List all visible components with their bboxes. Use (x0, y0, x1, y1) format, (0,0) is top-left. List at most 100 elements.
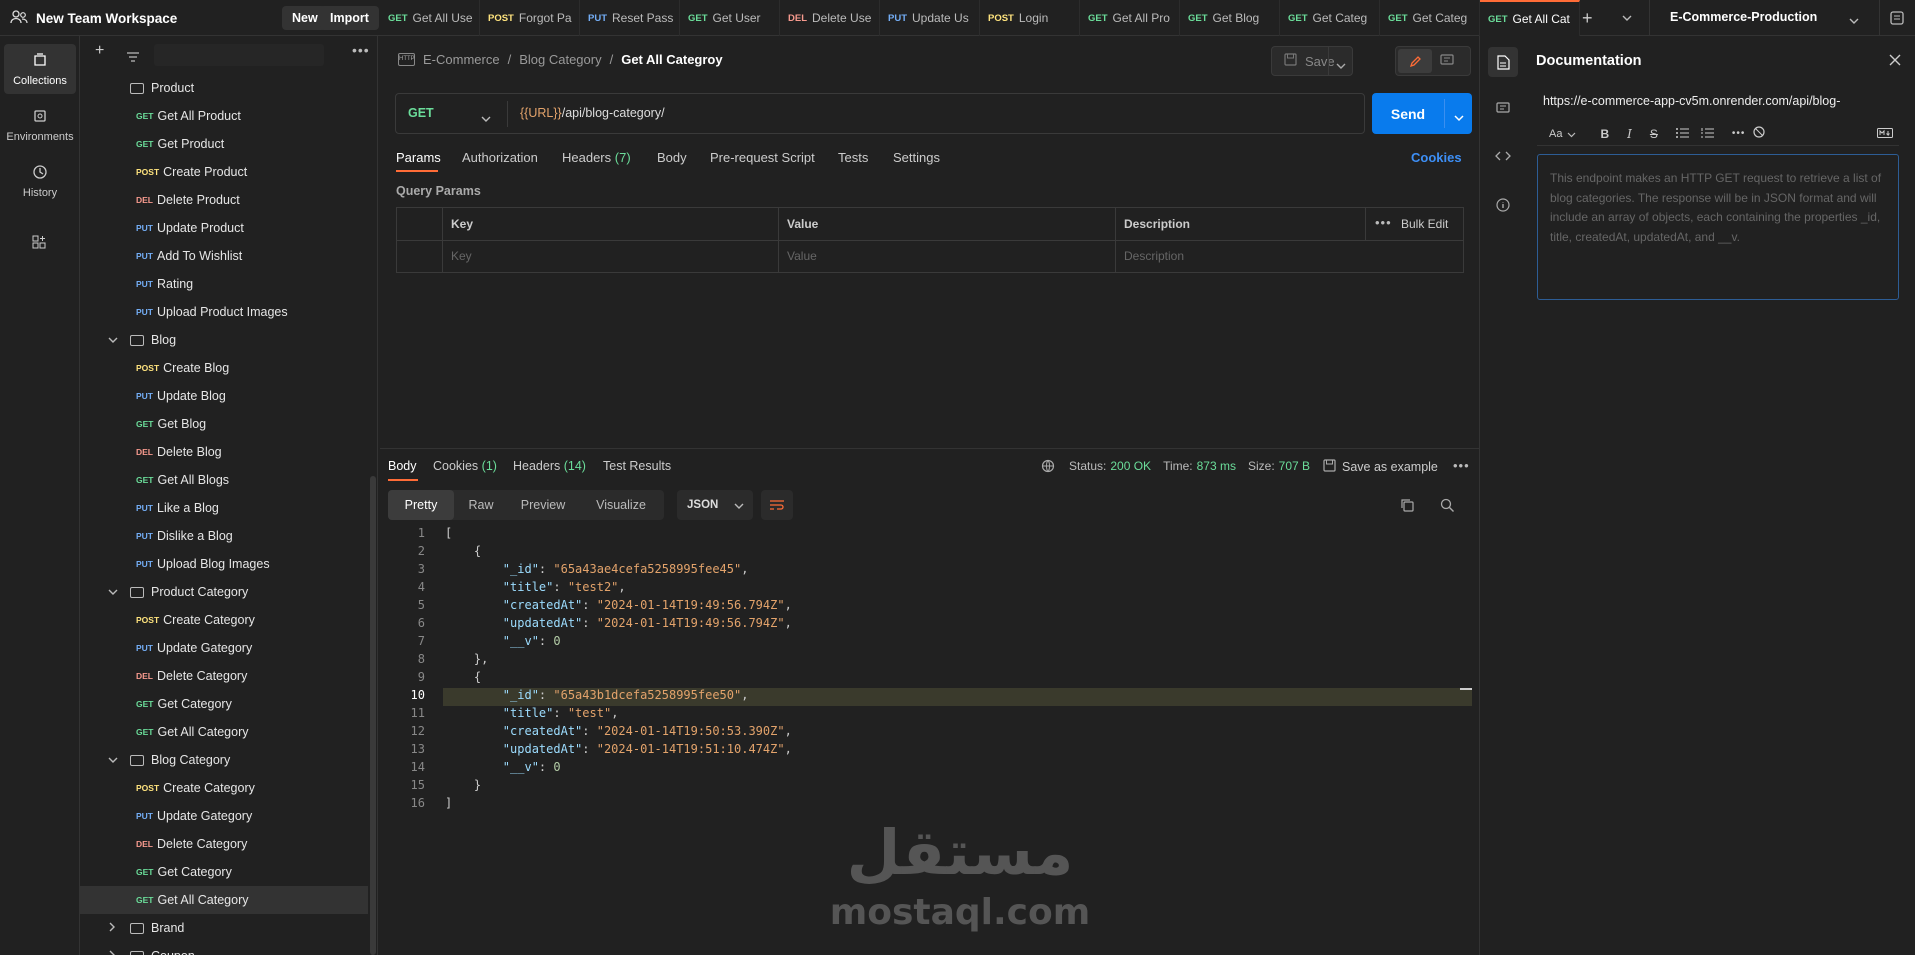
sidebar-request[interactable]: PUT Like a Blog (80, 494, 368, 522)
request-tab[interactable]: POST Login (980, 0, 1080, 36)
tab-authorization[interactable]: Authorization (462, 150, 538, 165)
environment-selector[interactable]: E-Commerce-Production (1670, 10, 1817, 24)
sidebar-folder[interactable]: Coupon (80, 942, 368, 955)
sidebar-request[interactable]: GET Get Product (80, 130, 368, 158)
tab-prerequest[interactable]: Pre-request Script (710, 150, 815, 165)
view-visualize[interactable]: Visualize (578, 490, 664, 520)
sidebar-folder[interactable]: Product Category (80, 578, 368, 606)
strikethrough-icon[interactable]: S (1650, 127, 1658, 141)
response-tab-test-results[interactable]: Test Results (603, 459, 671, 473)
comments-icon[interactable] (1496, 102, 1510, 118)
status-value[interactable]: 200 OK (1110, 459, 1151, 473)
sidebar-request[interactable]: DEL Delete Category (80, 662, 368, 690)
sidebar-folder[interactable]: Blog Category (80, 746, 368, 774)
sidebar-request[interactable]: POST Create Category (80, 774, 368, 802)
view-raw[interactable]: Raw (454, 490, 508, 520)
rail-history[interactable]: History (4, 156, 76, 206)
sidebar-request[interactable]: POST Create Category (80, 606, 368, 634)
sidebar-request[interactable]: PUT Upload Product Images (80, 298, 368, 326)
chevron-right-icon[interactable] (108, 921, 122, 935)
chevron-down-icon[interactable] (108, 753, 122, 767)
bold-icon[interactable]: B (1600, 127, 1609, 141)
clear-format-icon[interactable] (1753, 126, 1766, 141)
environment-quicklook-icon[interactable] (1889, 10, 1905, 29)
chevron-right-icon[interactable] (108, 949, 122, 955)
close-icon[interactable] (1889, 54, 1901, 69)
chevron-down-icon[interactable] (108, 333, 122, 347)
request-tab[interactable]: PUT Update Us (880, 0, 980, 36)
request-tab[interactable]: DEL Delete Use (780, 0, 880, 36)
sidebar-request[interactable]: PUT Add To Wishlist (80, 242, 368, 270)
sidebar-request[interactable]: PUT Update Product (80, 214, 368, 242)
sidebar-request[interactable]: GET Get Category (80, 858, 368, 886)
sidebar-request[interactable]: PUT Update Gategory (80, 802, 368, 830)
request-tab[interactable]: GET Get All Pro (1080, 0, 1180, 36)
sidebar-request[interactable]: PUT Rating (80, 270, 368, 298)
environment-chevron-icon[interactable] (1849, 13, 1859, 28)
numbered-list-icon[interactable] (1700, 126, 1714, 141)
sidebar-folder[interactable]: Brand (80, 914, 368, 942)
sidebar-request[interactable]: PUT Update Blog (80, 382, 368, 410)
method-chevron-icon[interactable] (481, 111, 491, 126)
save-button[interactable]: Save (1271, 46, 1353, 76)
sidebar-request[interactable]: DEL Delete Blog (80, 438, 368, 466)
import-button[interactable]: Import (320, 6, 379, 30)
request-tab[interactable]: GET Get Categ (1380, 0, 1480, 36)
rail-collections[interactable]: Collections (4, 44, 76, 94)
sidebar-request[interactable]: GET Get Category (80, 690, 368, 718)
wrap-lines-icon[interactable] (761, 490, 793, 520)
copy-icon[interactable] (1400, 498, 1415, 516)
add-tab-icon[interactable]: + (1582, 8, 1593, 29)
sidebar-request[interactable]: GET Get All Category (80, 718, 368, 746)
response-tab-cookies[interactable]: Cookies (1) (433, 459, 497, 473)
response-tab-body[interactable]: Body (388, 459, 417, 473)
sidebar-request[interactable]: PUT Update Gategory (80, 634, 368, 662)
more-format-icon[interactable]: ••• (1732, 128, 1746, 139)
send-button[interactable]: Send (1372, 93, 1444, 134)
request-tab[interactable]: POST Forgot Pa (480, 0, 580, 36)
sidebar-request[interactable]: POST Create Blog (80, 354, 368, 382)
sidebar-request[interactable]: GET Get All Category (80, 886, 368, 914)
description-input[interactable]: Description (1124, 249, 1184, 263)
tab-headers[interactable]: Headers (7) (562, 150, 631, 165)
code-snippet-icon[interactable] (1495, 150, 1511, 165)
request-tab[interactable]: GET Get Categ (1280, 0, 1380, 36)
sidebar-scrollbar[interactable] (370, 476, 376, 955)
response-tab-headers[interactable]: Headers (14) (513, 459, 586, 473)
edit-pencil-icon[interactable] (1398, 49, 1432, 73)
markdown-icon[interactable] (1877, 126, 1893, 141)
documentation-icon[interactable] (1488, 47, 1518, 77)
save-as-example-button[interactable]: Save as example (1323, 459, 1438, 475)
font-size-select[interactable]: Aa (1549, 128, 1562, 140)
sidebar-request[interactable]: GET Get All Product (80, 102, 368, 130)
url-input[interactable]: {{URL}}/api/blog-category/ (520, 106, 665, 120)
key-input[interactable]: Key (451, 249, 472, 263)
response-more-icon[interactable]: ••• (1453, 458, 1470, 473)
sidebar-request[interactable]: PUT Dislike a Blog (80, 522, 368, 550)
info-icon[interactable] (1496, 198, 1510, 215)
rail-environments[interactable]: Environments (4, 100, 76, 150)
sidebar-request[interactable]: DEL Delete Product (80, 186, 368, 214)
sidebar-request[interactable]: GET Get Blog (80, 410, 368, 438)
comment-mode-icon[interactable] (1440, 54, 1454, 70)
request-tab[interactable]: GET Get Blog (1180, 0, 1280, 36)
request-tab[interactable]: GET Get All Cat (1480, 0, 1580, 36)
sidebar-request[interactable]: PUT Upload Blog Images (80, 550, 368, 578)
tabs-overflow-chevron-icon[interactable] (1622, 10, 1632, 25)
request-tab[interactable]: GET Get User (680, 0, 780, 36)
chevron-down-icon[interactable] (108, 585, 122, 599)
tab-body[interactable]: Body (657, 150, 687, 165)
tab-settings[interactable]: Settings (893, 150, 940, 165)
value-input[interactable]: Value (787, 249, 817, 263)
workspace-switcher[interactable]: New Team Workspace (10, 0, 177, 36)
cookies-link[interactable]: Cookies (1411, 150, 1462, 165)
documentation-editor[interactable]: This endpoint makes an HTTP GET request … (1537, 154, 1899, 300)
sidebar-folder[interactable]: Blog (80, 326, 368, 354)
time-value[interactable]: 873 ms (1197, 459, 1236, 473)
request-tab[interactable]: PUT Reset Pass (580, 0, 680, 36)
breadcrumb-collection[interactable]: E-Commerce (423, 52, 500, 67)
sidebar-folder[interactable]: Product (80, 74, 368, 102)
bulk-edit-button[interactable]: Bulk Edit (1401, 217, 1448, 231)
view-preview[interactable]: Preview (508, 490, 578, 520)
size-value[interactable]: 707 B (1279, 459, 1310, 473)
